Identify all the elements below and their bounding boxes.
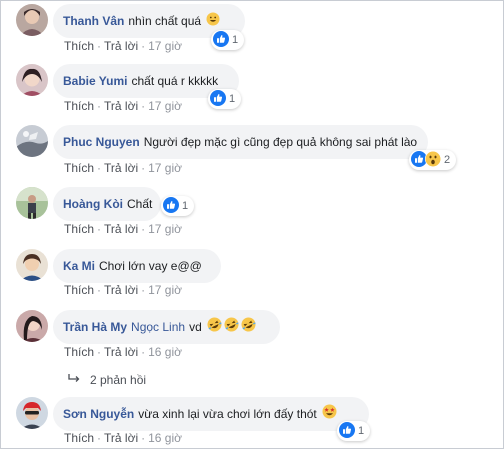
- comment-author[interactable]: Hoàng Kòi: [63, 197, 123, 211]
- rofl-emoji-icon: [207, 311, 222, 345]
- comment-time[interactable]: 17 giờ: [148, 39, 182, 53]
- reply-link[interactable]: Trả lời: [104, 161, 138, 175]
- comment-actions: Thích · Trả lời · 17 giờ: [64, 39, 182, 53]
- comment-time[interactable]: 16 giờ: [148, 345, 182, 359]
- reaction-summary[interactable]: 1: [208, 89, 242, 109]
- reply-link[interactable]: Trả lời: [104, 431, 138, 445]
- like-link[interactable]: Thích: [64, 161, 94, 175]
- comment-text: nhìn chất quá: [128, 14, 202, 28]
- comment-text: chất quá r kkkkk: [131, 74, 219, 88]
- comment-author[interactable]: Thanh Vân: [63, 14, 124, 28]
- like-link[interactable]: Thích: [64, 222, 94, 236]
- reply-arrow-icon: [68, 373, 90, 387]
- comment-time[interactable]: 17 giờ: [148, 283, 182, 297]
- comment-time[interactable]: 17 giờ: [148, 222, 182, 236]
- comment-author[interactable]: Phuc Nguyen: [63, 135, 140, 149]
- avatar[interactable]: [16, 187, 48, 219]
- comment-actions: Thích · Trả lời · 17 giờ: [64, 99, 182, 113]
- comment-text: vd: [189, 320, 202, 334]
- reaction-count: 1: [358, 425, 365, 437]
- reply-link[interactable]: Trả lời: [104, 39, 138, 53]
- tagged-user-link[interactable]: Ngọc Linh: [131, 320, 185, 334]
- like-icon: [210, 89, 226, 109]
- comment-section: Thanh Vân nhìn chất quá 1 Thích · Trả lời · 1…: [0, 0, 504, 449]
- comment-bubble: Sơn Nguyễn vừa xinh lại vừa chơi lớn đấy …: [53, 397, 369, 431]
- comment-bubble: Hoàng Kòi Chất: [53, 187, 161, 221]
- like-icon: [163, 196, 179, 216]
- avatar[interactable]: [16, 125, 48, 157]
- comment-time[interactable]: 17 giờ: [148, 161, 182, 175]
- comment-bubble: Phuc Nguyen Người đẹp mặc gì cũng đẹp quả…: [53, 125, 428, 159]
- avatar[interactable]: [16, 64, 48, 96]
- star-struck-emoji-icon: [322, 398, 337, 432]
- like-link[interactable]: Thích: [64, 345, 94, 359]
- comment-actions: Thích · Trả lời · 17 giờ: [64, 283, 182, 297]
- like-icon: [339, 421, 355, 441]
- replies-count[interactable]: 2 phản hồi: [90, 373, 146, 387]
- comment-text: vừa xinh lại vừa chơi lớn đấy thót: [138, 407, 317, 421]
- comment-time[interactable]: 17 giờ: [148, 99, 182, 113]
- reaction-count: 1: [232, 34, 239, 46]
- reaction-count: 1: [229, 93, 236, 105]
- avatar[interactable]: [16, 4, 48, 36]
- comment-author[interactable]: Trần Hà My: [63, 320, 127, 334]
- reaction-summary[interactable]: 1: [337, 421, 371, 441]
- comment-actions: Thích · Trả lời · 17 giờ: [64, 161, 182, 175]
- like-link[interactable]: Thích: [64, 283, 94, 297]
- comment-text: Chất: [127, 197, 153, 211]
- comment-author[interactable]: Sơn Nguyễn: [63, 407, 134, 421]
- like-link[interactable]: Thích: [64, 431, 94, 445]
- reaction-summary[interactable]: 1: [161, 196, 195, 216]
- avatar[interactable]: [16, 397, 48, 429]
- comment-actions: Thích · Trả lời · 16 giờ: [64, 345, 182, 359]
- comment-bubble: Ka Mi Chơi lớn vay e@@: [53, 249, 221, 283]
- reaction-count: 1: [182, 200, 189, 212]
- like-icon: [213, 30, 229, 50]
- reply-link[interactable]: Trả lời: [104, 345, 138, 359]
- reaction-summary[interactable]: 1: [211, 30, 245, 50]
- comment-text: Chơi lớn vay e@@: [99, 259, 202, 273]
- comment-time[interactable]: 16 giờ: [148, 431, 182, 445]
- like-link[interactable]: Thích: [64, 39, 94, 53]
- reply-link[interactable]: Trả lời: [104, 283, 138, 297]
- rofl-emoji-icon: [224, 311, 239, 345]
- like-link[interactable]: Thích: [64, 99, 94, 113]
- avatar[interactable]: [16, 249, 48, 281]
- wow-icon: [424, 150, 442, 170]
- comment-author[interactable]: Ka Mi: [63, 259, 95, 273]
- reaction-count: 2: [444, 154, 451, 166]
- comment-author[interactable]: Babie Yumi: [63, 74, 127, 88]
- comment-actions: Thích · Trả lời · 17 giờ: [64, 222, 182, 236]
- reaction-summary[interactable]: 2: [409, 150, 457, 170]
- comment-text: Người đẹp mặc gì cũng đẹp quả không sai …: [143, 135, 418, 149]
- comment-actions: Thích · Trả lời · 16 giờ: [64, 431, 182, 445]
- avatar[interactable]: [16, 310, 48, 342]
- comment-bubble: Trần Hà My Ngọc Linh vd: [53, 310, 280, 344]
- view-replies-link[interactable]: 2 phản hồi: [68, 373, 146, 387]
- rofl-emoji-icon: [241, 311, 256, 345]
- reply-link[interactable]: Trả lời: [104, 99, 138, 113]
- reply-link[interactable]: Trả lời: [104, 222, 138, 236]
